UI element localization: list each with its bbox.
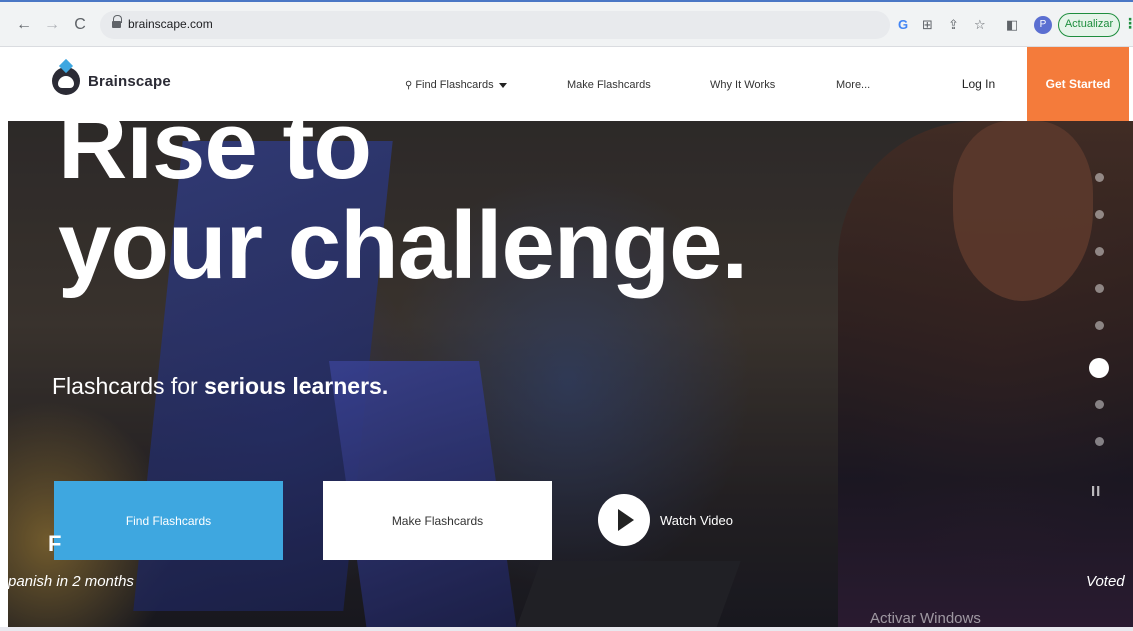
- profile-avatar[interactable]: P: [1034, 16, 1052, 34]
- brainscape-logo[interactable]: Brainscape: [52, 67, 171, 95]
- pause-icon[interactable]: II: [1091, 483, 1101, 500]
- hero-subhead: Flashcards for serious learners.: [52, 373, 388, 400]
- url-text: brainscape.com: [128, 17, 213, 31]
- site-header: Brainscape ⚲ Find Flashcards Make Flashca…: [0, 47, 1133, 121]
- headline-line-2: your challenge.: [58, 192, 748, 299]
- make-flashcards-button[interactable]: Make Flashcards: [323, 481, 552, 560]
- nav-find-flashcards[interactable]: ⚲ Find Flashcards: [405, 79, 507, 91]
- address-bar[interactable]: brainscape.com: [100, 11, 890, 39]
- browser-toolbar: ← → C brainscape.com G ⊞ ⇪ ☆ ◧ P Actuali…: [0, 0, 1133, 47]
- share-icon[interactable]: ⇪: [948, 15, 959, 35]
- testimonial-initial: F: [48, 531, 62, 556]
- carousel-dot[interactable]: [1094, 173, 1104, 182]
- browser-menu-icon[interactable]: ⋮: [1123, 15, 1133, 32]
- carousel-dot[interactable]: [1094, 400, 1104, 409]
- get-started-button[interactable]: Get Started: [1027, 47, 1129, 121]
- watch-video-label: Watch Video: [660, 512, 733, 528]
- carousel-dot[interactable]: [1094, 284, 1104, 293]
- carousel-dot[interactable]: [1094, 247, 1104, 256]
- subhead-prefix: Flashcards for: [52, 373, 205, 399]
- lock-icon: [112, 15, 122, 30]
- testimonial-right: Voted: [1086, 573, 1125, 590]
- forward-icon[interactable]: →: [42, 15, 62, 35]
- translate-icon[interactable]: ⊞: [922, 15, 933, 35]
- subhead-bold: serious learners.: [204, 373, 389, 399]
- testimonial-left: panish in 2 months: [8, 573, 134, 590]
- nav-more[interactable]: More...: [836, 79, 870, 91]
- carousel-dot[interactable]: [1094, 210, 1104, 219]
- bookmark-star-icon[interactable]: ☆: [974, 15, 986, 35]
- bottom-edge: [0, 627, 1133, 631]
- headline-line-1: Rise to: [58, 121, 372, 199]
- carousel-dot[interactable]: [1094, 321, 1104, 330]
- search-icon: ⚲: [405, 80, 413, 91]
- watch-video-button[interactable]: Watch Video: [598, 494, 733, 546]
- windows-activation-watermark: Activar Windows: [870, 610, 981, 627]
- logo-text: Brainscape: [88, 72, 171, 90]
- google-icon[interactable]: G: [898, 15, 908, 35]
- nav-why-it-works[interactable]: Why It Works: [710, 79, 775, 91]
- chevron-down-icon: [498, 82, 507, 88]
- find-flashcards-button[interactable]: Find Flashcards: [54, 481, 283, 560]
- side-panel-icon[interactable]: ◧: [1006, 15, 1018, 35]
- carousel-dot[interactable]: [1089, 358, 1109, 378]
- carousel-dot[interactable]: [1094, 437, 1104, 446]
- hero-headline: Rise to your challenge.: [58, 121, 748, 299]
- login-button[interactable]: Log In: [930, 47, 1027, 121]
- reload-icon[interactable]: C: [70, 15, 90, 35]
- play-icon: [598, 494, 650, 546]
- update-button[interactable]: Actualizar: [1058, 13, 1120, 37]
- back-icon[interactable]: ←: [14, 15, 34, 35]
- carousel-dots: [1089, 173, 1109, 474]
- brainscape-logo-icon: [52, 67, 80, 95]
- nav-make-flashcards[interactable]: Make Flashcards: [567, 79, 651, 91]
- hero-section: Rise to your challenge. Flashcards for s…: [8, 121, 1133, 631]
- nav-find-flashcards-label: Find Flashcards: [415, 79, 494, 91]
